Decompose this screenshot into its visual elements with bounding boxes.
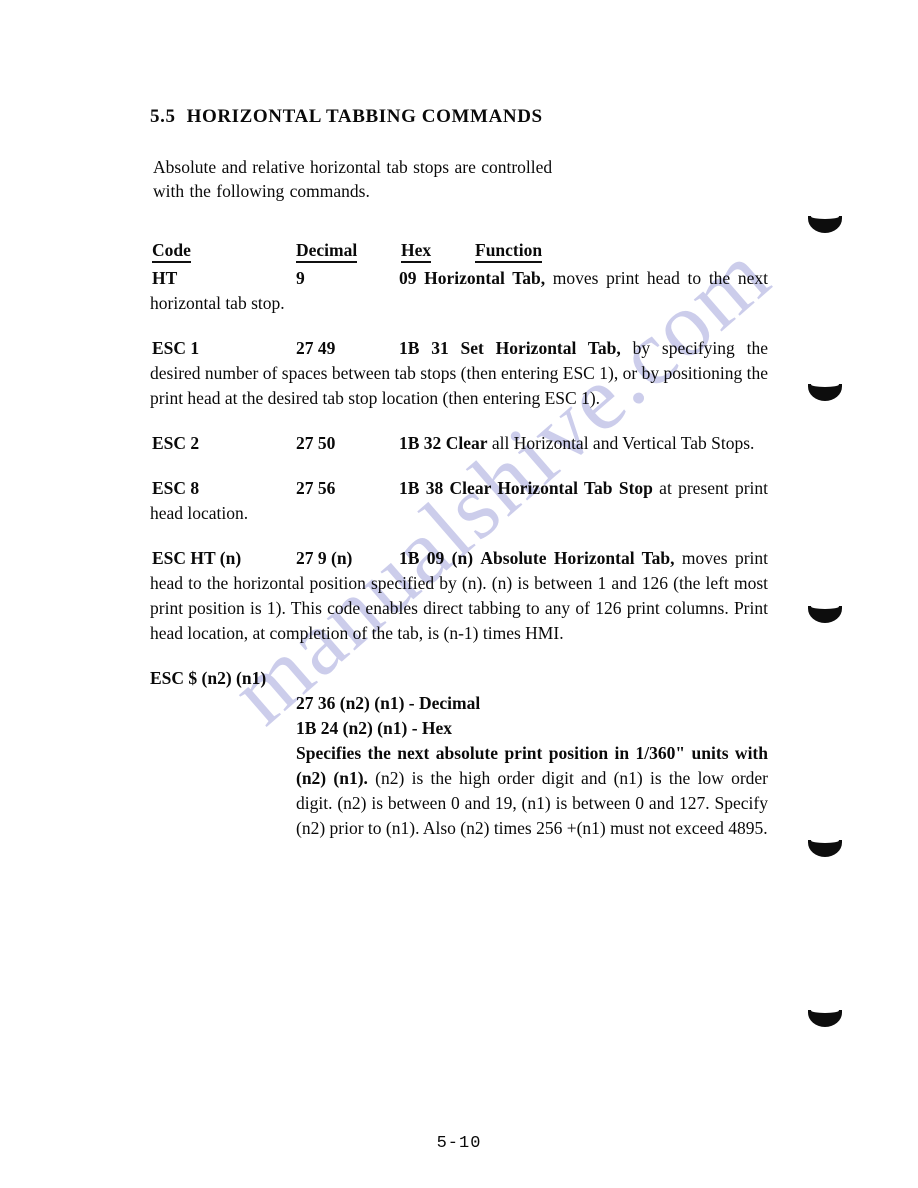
cell-decimal: 27 9 (n) [296, 548, 353, 568]
cell-function: 1B 31 Set Horizontal Tab, by specifying … [150, 336, 768, 411]
cell-code: ESC 2 [152, 433, 200, 453]
intro-line-2: with the following commands. [153, 181, 370, 201]
cell-code: ESC $ (n2) (n1) [150, 668, 267, 688]
cell-hex: 1B 31 [399, 338, 449, 358]
binder-hole-mark [808, 382, 842, 401]
cell-code: ESC 8 [152, 478, 200, 498]
cell-decimal: 27 50 [296, 433, 336, 453]
table-row: ESC 8 27 56 1B 38 Clear Horizontal Tab S… [150, 476, 768, 526]
cell-code: HT [152, 268, 178, 288]
column-header-hex: Hex [401, 240, 432, 263]
function-emphasis: Clear [445, 433, 488, 453]
function-emphasis: Set Horizontal Tab, [460, 338, 621, 358]
binder-hole-mark [808, 1008, 842, 1027]
column-header-function: Function [475, 240, 543, 263]
cell-hex: 1B 09 (n) [399, 548, 474, 568]
scanned-manual-page: manualshive.com 5.5 HORIZONTAL TABBING CO… [0, 0, 918, 1188]
column-header-code: Code [152, 240, 191, 263]
cell-code: ESC 1 [152, 338, 200, 358]
cell-hex: 1B 32 [399, 433, 442, 453]
block-description: Specifies the next absolute print positi… [296, 741, 768, 841]
cell-decimal: 27 56 [296, 478, 336, 498]
function-text: by specifying the desired number of spac… [150, 338, 768, 408]
binder-hole-mark [808, 838, 842, 857]
section-number: 5.5 [150, 106, 176, 127]
function-emphasis: Clear Horizontal Tab Stop [449, 478, 653, 498]
table-row: ESC $ (n2) (n1) 27 36 (n2) (n1) - Decima… [150, 666, 768, 841]
table-row: ESC HT (n) 27 9 (n) 1B 09 (n) Absolute H… [150, 546, 768, 646]
section-heading: 5.5 HORIZONTAL TABBING COMMANDS [150, 106, 543, 128]
cell-function: 1B 09 (n) Absolute Horizontal Tab, moves… [150, 546, 768, 646]
intro-line-1: Absolute and relative horizontal tab sto… [153, 157, 553, 177]
function-emphasis: Horizontal Tab, [424, 268, 546, 288]
table-row: ESC 1 27 49 1B 31 Set Horizontal Tab, by… [150, 336, 768, 411]
function-text: all Horizontal and Vertical Tab Stops. [487, 433, 755, 453]
table-header-row: Code Decimal Hex Function [150, 240, 768, 266]
cell-function: 1B 38 Clear Horizontal Tab Stop at prese… [150, 476, 768, 526]
commands-table: Code Decimal Hex Function HT 9 09 Horizo… [150, 240, 768, 841]
cell-function: 1B 32 Clear all Horizontal and Vertical … [150, 431, 768, 456]
cell-code: ESC HT (n) [152, 548, 242, 568]
block-decimal-line: 27 36 (n2) (n1) - Decimal [296, 693, 481, 713]
table-row: HT 9 09 Horizontal Tab, moves print head… [150, 266, 768, 316]
binder-hole-mark [808, 214, 842, 233]
section-title: HORIZONTAL TABBING COMMANDS [186, 106, 543, 127]
table-row: ESC 2 27 50 1B 32 Clear all Horizontal a… [150, 431, 768, 456]
page-number: 5-10 [436, 1134, 482, 1153]
binder-hole-mark [808, 604, 842, 623]
function-emphasis: Absolute Horizontal Tab, [480, 548, 675, 568]
cell-function: 09 Horizontal Tab, moves print head to t… [150, 266, 768, 316]
cell-decimal: 27 49 [296, 338, 336, 358]
cell-hex: 09 [399, 268, 417, 288]
cell-hex: 1B 38 [399, 478, 444, 498]
column-header-decimal: Decimal [296, 240, 358, 263]
intro-paragraph: Absolute and relative horizontal tab sto… [153, 155, 765, 203]
cell-decimal: 9 [296, 268, 305, 288]
block-hex-line: 1B 24 (n2) (n1) - Hex [296, 718, 453, 738]
